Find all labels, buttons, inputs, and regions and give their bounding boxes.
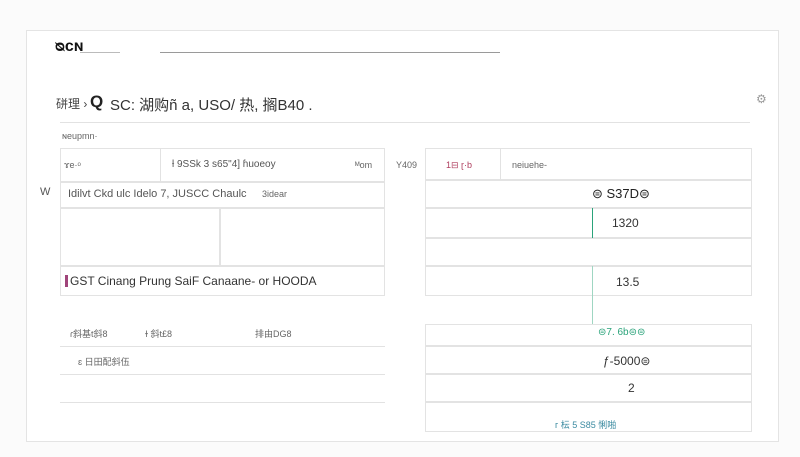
left-row-1-label: ɤe·ᵒ (64, 160, 81, 170)
left-row-4-col-1: ɾ斜基t斜8 (70, 329, 108, 339)
left-row-1-field: ᴹom (355, 160, 373, 170)
breadcrumb[interactable]: 硑理 › (56, 95, 87, 112)
right-cell-5-value: ƒ-5000⊜ (603, 354, 651, 368)
left-row-2-text: Idilvt Ckd ulc Idelo 7, JUSCC Chaulc (68, 188, 247, 200)
right-cell-1[interactable] (425, 180, 752, 208)
right-header-sep (500, 148, 501, 180)
left-empty-cell-b (220, 208, 385, 266)
right-cell-1-value: ⊜ S37D⊜ (592, 186, 650, 201)
left-row-5-bottom (60, 374, 385, 375)
left-row-2-tag: 3idear (262, 189, 288, 199)
right-cell-3-value: 13.5 (616, 275, 640, 289)
right-header-code: Y409 (396, 160, 418, 170)
left-bottom-line (60, 402, 385, 403)
page-title: SC: 湖购ñ a, USO/ 热, 搁B40 . (110, 97, 313, 114)
right-cell-2-value: 1320 (612, 216, 639, 230)
right-cell-6[interactable] (425, 374, 752, 402)
right-cell-4-value: ⊜7. 6b⊜⊜ (598, 327, 646, 338)
left-row-3-text: GST Cinang Prung SaiF Canaane- or HOODA (70, 274, 317, 288)
left-row-3-marker (65, 275, 68, 287)
right-cell-2[interactable] (425, 208, 752, 238)
section-label: ɴeupmn· (62, 131, 98, 141)
right-cell-3[interactable] (425, 266, 752, 296)
left-row-5-top (60, 346, 385, 347)
side-marker: W (40, 186, 51, 198)
app-logo: ᴓᴄɴ (55, 38, 84, 55)
title-divider (60, 122, 750, 123)
left-row-1-sep (160, 148, 161, 182)
header-underline (160, 52, 500, 53)
right-cell-4[interactable] (425, 324, 752, 346)
search-icon[interactable]: Q (90, 92, 103, 112)
left-empty-cell-a (60, 208, 220, 266)
right-footer-text: ᴦ 枟 5 S85 悧啪 (555, 420, 617, 430)
settings-icon[interactable]: ⚙ (756, 92, 767, 106)
left-row-4-col-2: ɫ 斜t£8 (145, 329, 172, 339)
left-row-5-text: ɛ 日田配斜伍 (78, 357, 130, 367)
right-header-label: neiuehe- (512, 160, 548, 170)
left-row-1-value[interactable]: ƚ 9SSk 3 s65"4] ɦuoeoy (172, 159, 276, 170)
header-divider (80, 52, 120, 53)
right-cell-6-value: 2 (628, 381, 635, 395)
right-header (425, 148, 752, 180)
right-cell-5[interactable] (425, 346, 752, 374)
right-cell-3-spacer (425, 238, 752, 266)
right-header-chip[interactable]: 1⊟ ɽ·b (446, 160, 472, 171)
right-accent-bar-1 (592, 208, 593, 238)
left-row-4-col-3: 排由DG8 (255, 329, 292, 339)
